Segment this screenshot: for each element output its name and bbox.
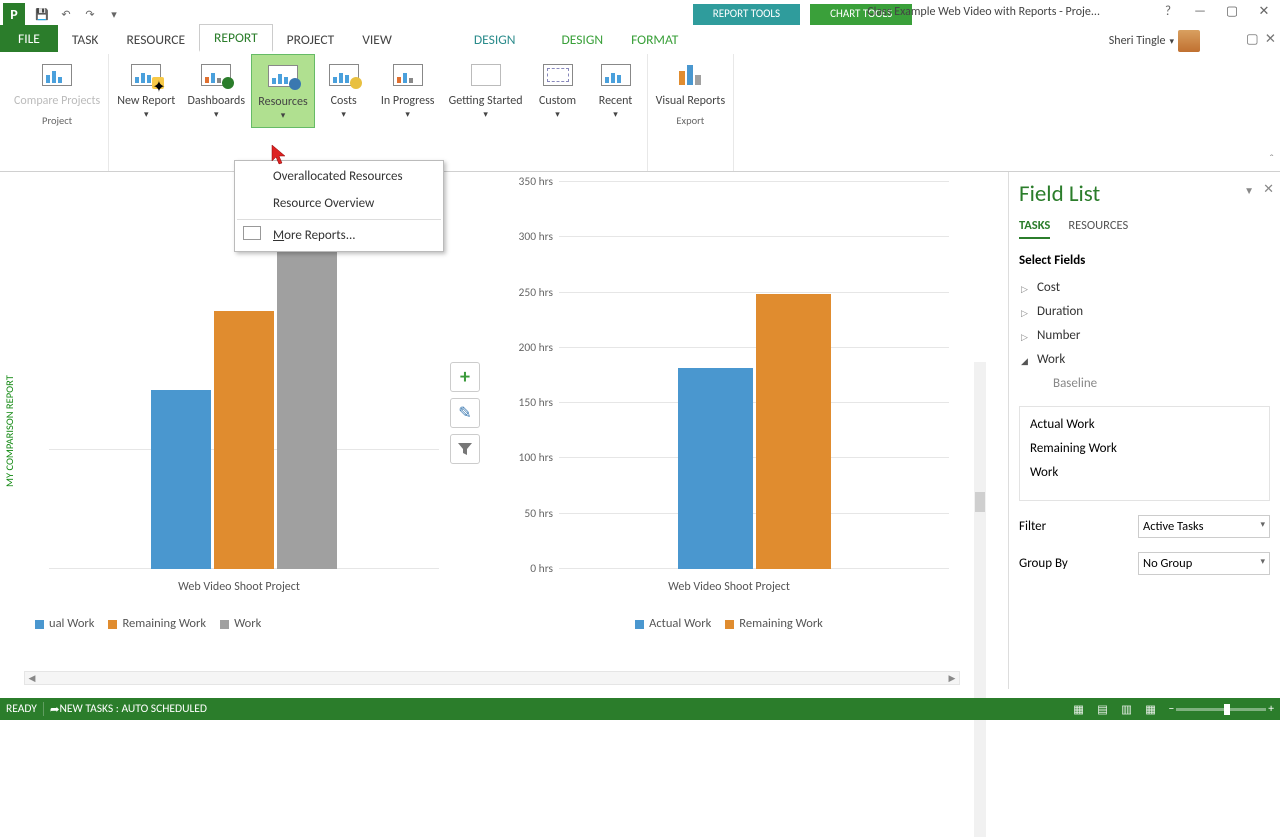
view-shortcut-2[interactable]: ▤: [1091, 700, 1115, 718]
tree-baseline[interactable]: Baseline: [1019, 372, 1270, 396]
tab-file[interactable]: FILE: [0, 25, 58, 52]
tab-format[interactable]: FORMAT: [617, 27, 692, 52]
ribbon-close-icon[interactable]: ✕: [1265, 30, 1276, 47]
panel-tab-tasks[interactable]: TASKS: [1019, 218, 1050, 239]
tree-work[interactable]: Work: [1019, 348, 1270, 372]
in-progress-button[interactable]: In Progress▾: [373, 54, 443, 128]
avatar: [1178, 30, 1200, 52]
menu-overallocated[interactable]: Overallocated Resources: [237, 163, 441, 190]
collapse-ribbon-icon[interactable]: ˆ: [1269, 153, 1274, 167]
legend-work-1: Work: [220, 616, 261, 631]
legend-actual-1: ual Work: [35, 616, 94, 631]
panel-title: Field List: [1019, 180, 1270, 208]
ribbon-restore-icon[interactable]: ▢: [1246, 30, 1259, 47]
filter-select[interactable]: Active Tasks▾: [1138, 515, 1270, 538]
tab-task[interactable]: TASK: [58, 27, 113, 52]
tab-view[interactable]: VIEW: [348, 27, 406, 52]
ribbon-group-project: Project: [42, 112, 72, 130]
legend-actual-2: Actual Work: [635, 616, 711, 631]
chart1-category: Web Video Shoot Project: [29, 580, 449, 594]
resources-dropdown: Overallocated Resources Resource Overvie…: [234, 160, 444, 252]
vertical-scrollbar[interactable]: [974, 362, 986, 837]
tree-duration[interactable]: Duration: [1019, 300, 1270, 324]
qa-redo-icon[interactable]: ↷: [79, 3, 101, 25]
user-account[interactable]: Sheri Tingle ▾: [1109, 30, 1200, 52]
field-list-panel: ▼ ✕ Field List TASKS RESOURCES Select Fi…: [1008, 172, 1280, 689]
selected-fields-box[interactable]: Actual Work Remaining Work Work: [1019, 406, 1270, 501]
filter-label: Filter: [1019, 519, 1046, 534]
visual-reports-button[interactable]: Visual Reports: [650, 54, 732, 112]
getting-started-button[interactable]: Getting Started▾: [443, 54, 529, 128]
tab-design-chart[interactable]: DESIGN: [547, 27, 617, 52]
compare-projects-button[interactable]: Compare Projects: [8, 54, 106, 112]
dashboards-button[interactable]: Dashboards▾: [181, 54, 251, 128]
tree-cost[interactable]: Cost: [1019, 276, 1270, 300]
help-icon[interactable]: ?: [1154, 0, 1182, 22]
select-fields-heading: Select Fields: [1019, 253, 1270, 268]
chart-filter-icon[interactable]: [450, 434, 480, 464]
qa-more-icon[interactable]: ▾: [103, 3, 125, 25]
context-report-tools: REPORT TOOLS: [693, 4, 800, 25]
chart-styles-icon[interactable]: ✎: [450, 398, 480, 428]
qa-undo-icon[interactable]: ↶: [55, 3, 77, 25]
recent-button[interactable]: Recent▾: [587, 54, 645, 128]
resources-button[interactable]: Resources▾: [251, 54, 314, 128]
status-newtasks[interactable]: NEW TASKS : AUTO SCHEDULED: [60, 702, 207, 716]
groupby-label: Group By: [1019, 556, 1068, 571]
costs-button[interactable]: Costs▾: [315, 54, 373, 128]
panel-options-icon[interactable]: ▼: [1244, 184, 1254, 197]
ribbon-group-export: Export: [676, 112, 704, 130]
groupby-select[interactable]: No Group▾: [1138, 552, 1270, 575]
view-shortcut-1[interactable]: ▦: [1067, 700, 1091, 718]
horizontal-scrollbar[interactable]: ◀▶: [24, 671, 960, 685]
user-name: Sheri Tingle: [1109, 34, 1166, 48]
chart2-category: Web Video Shoot Project: [489, 580, 969, 594]
status-ready: READY: [6, 702, 37, 716]
zoom-slider[interactable]: −+: [1169, 702, 1274, 716]
tree-number[interactable]: Number: [1019, 324, 1270, 348]
chart-right[interactable]: 0 hrs 50 hrs 100 hrs 150 hrs 200 hrs 250…: [489, 172, 969, 689]
status-schedule-icon[interactable]: ➦: [50, 702, 60, 717]
chart-elements-icon[interactable]: +: [450, 362, 480, 392]
maximize-icon[interactable]: ▢: [1218, 0, 1246, 22]
app-icon: P: [3, 3, 25, 25]
qa-save-icon[interactable]: 💾: [31, 3, 53, 25]
legend-remaining-1: Remaining Work: [108, 616, 206, 631]
panel-close-icon[interactable]: ✕: [1263, 182, 1274, 197]
tab-design-report[interactable]: DESIGN: [460, 27, 530, 52]
tab-project[interactable]: PROJECT: [273, 27, 349, 52]
custom-button[interactable]: Custom▾: [529, 54, 587, 128]
tab-resource[interactable]: RESOURCE: [112, 27, 199, 52]
new-report-button[interactable]: ✦ New Report▾: [111, 54, 181, 128]
panel-tab-resources[interactable]: RESOURCES: [1068, 218, 1128, 239]
view-shortcut-4[interactable]: ▦: [1139, 700, 1163, 718]
legend-remaining-2: Remaining Work: [725, 616, 823, 631]
report-title-vertical: MY COMPARISON REPORT: [0, 256, 19, 606]
menu-resource-overview[interactable]: Resource Overview: [237, 190, 441, 217]
document-title: Class Example Web Video with Reports - P…: [867, 5, 1100, 19]
minimize-icon[interactable]: —: [1186, 0, 1214, 22]
view-shortcut-3[interactable]: ▥: [1115, 700, 1139, 718]
menu-more-reports[interactable]: More Reports...: [237, 222, 441, 249]
tab-report[interactable]: REPORT: [199, 24, 273, 52]
close-icon[interactable]: ✕: [1250, 0, 1278, 22]
